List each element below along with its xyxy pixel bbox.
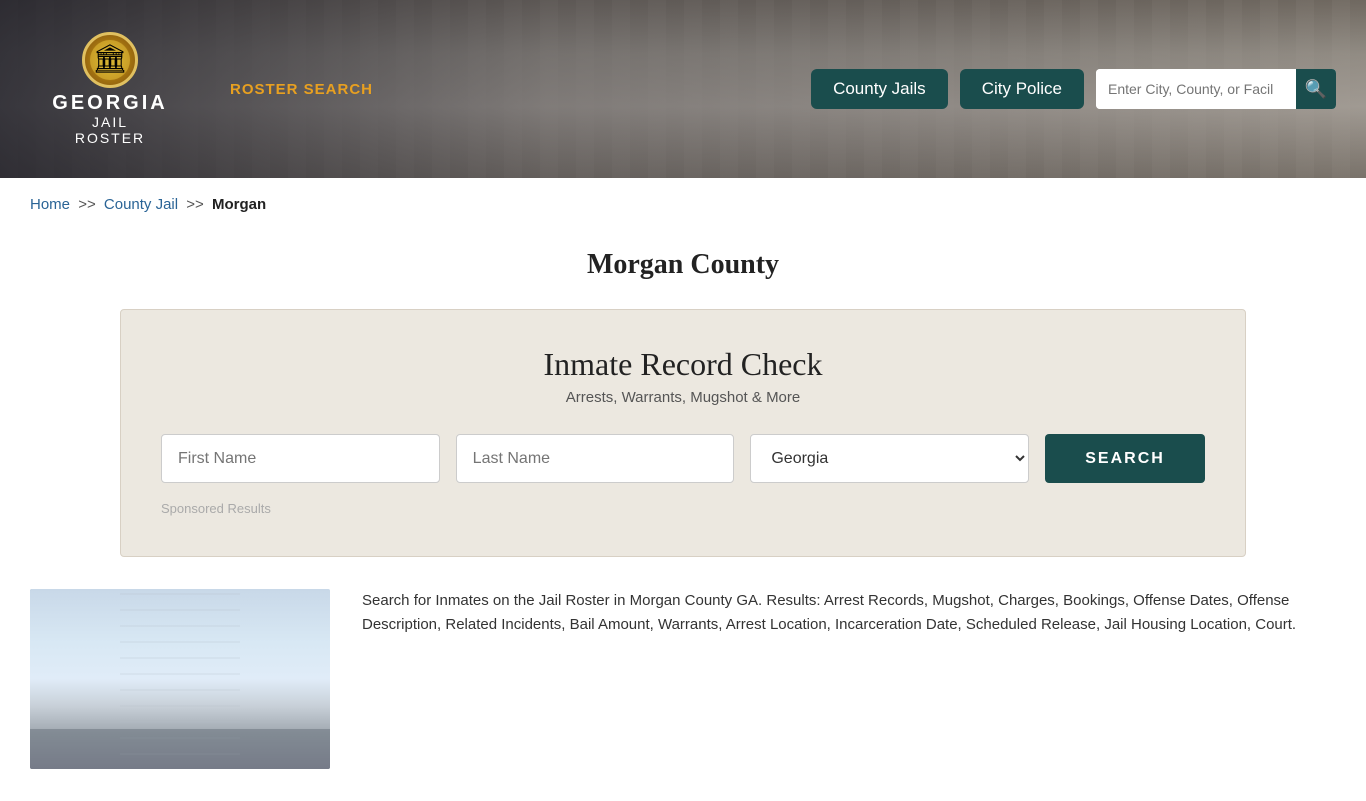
inmate-record-title: Inmate Record Check — [161, 346, 1205, 383]
logo-georgia-text: GEORGIA — [52, 92, 167, 115]
inmate-record-subtitle: Arrests, Warrants, Mugshot & More — [161, 389, 1205, 406]
header-content: 🏛 GEORGIA JAIL ROSTER ROSTER SEARCH Coun… — [0, 0, 1366, 178]
inmate-record-check-box: Inmate Record Check Arrests, Warrants, M… — [120, 309, 1246, 557]
bottom-image — [30, 589, 330, 769]
breadcrumb-sep-2: >> — [186, 196, 204, 213]
header-nav-right: County Jails City Police 🔍 — [811, 69, 1336, 109]
logo-jail-text: JAIL — [92, 115, 128, 130]
header-search-bar: 🔍 — [1096, 69, 1336, 109]
search-icon: 🔍 — [1305, 79, 1327, 100]
state-select[interactable]: AlabamaAlaskaArizonaArkansasCaliforniaCo… — [750, 434, 1029, 483]
roster-search-nav-link[interactable]: ROSTER SEARCH — [230, 81, 373, 98]
seal-inner: 🏛 — [90, 40, 130, 80]
header-search-button[interactable]: 🔍 — [1296, 69, 1336, 109]
city-police-button[interactable]: City Police — [960, 69, 1084, 109]
bottom-description-text: Search for Inmates on the Jail Roster in… — [362, 589, 1336, 637]
last-name-input[interactable] — [456, 434, 735, 483]
search-inmate-button[interactable]: SEARCH — [1045, 434, 1205, 483]
bottom-image-bar — [30, 729, 330, 769]
county-jails-button[interactable]: County Jails — [811, 69, 948, 109]
breadcrumb-sep-1: >> — [78, 196, 96, 213]
georgia-seal: 🏛 — [82, 32, 138, 88]
georgia-flag-icon: 🏛 — [92, 46, 128, 74]
breadcrumb: Home >> County Jail >> Morgan — [0, 178, 1366, 231]
breadcrumb-county-jail-link[interactable]: County Jail — [104, 196, 178, 213]
sponsored-results-label: Sponsored Results — [161, 501, 1205, 516]
first-name-input[interactable] — [161, 434, 440, 483]
inmate-search-form: AlabamaAlaskaArizonaArkansasCaliforniaCo… — [161, 434, 1205, 483]
breadcrumb-home-link[interactable]: Home — [30, 196, 70, 213]
site-header: 🏛 GEORGIA JAIL ROSTER ROSTER SEARCH Coun… — [0, 0, 1366, 178]
header-search-input[interactable] — [1096, 69, 1296, 109]
bottom-section: Search for Inmates on the Jail Roster in… — [0, 557, 1366, 801]
page-title: Morgan County — [0, 249, 1366, 281]
site-logo[interactable]: 🏛 GEORGIA JAIL ROSTER — [30, 32, 190, 146]
breadcrumb-current: Morgan — [212, 196, 266, 213]
page-title-area: Morgan County — [0, 231, 1366, 309]
logo-roster-text: ROSTER — [75, 131, 145, 146]
